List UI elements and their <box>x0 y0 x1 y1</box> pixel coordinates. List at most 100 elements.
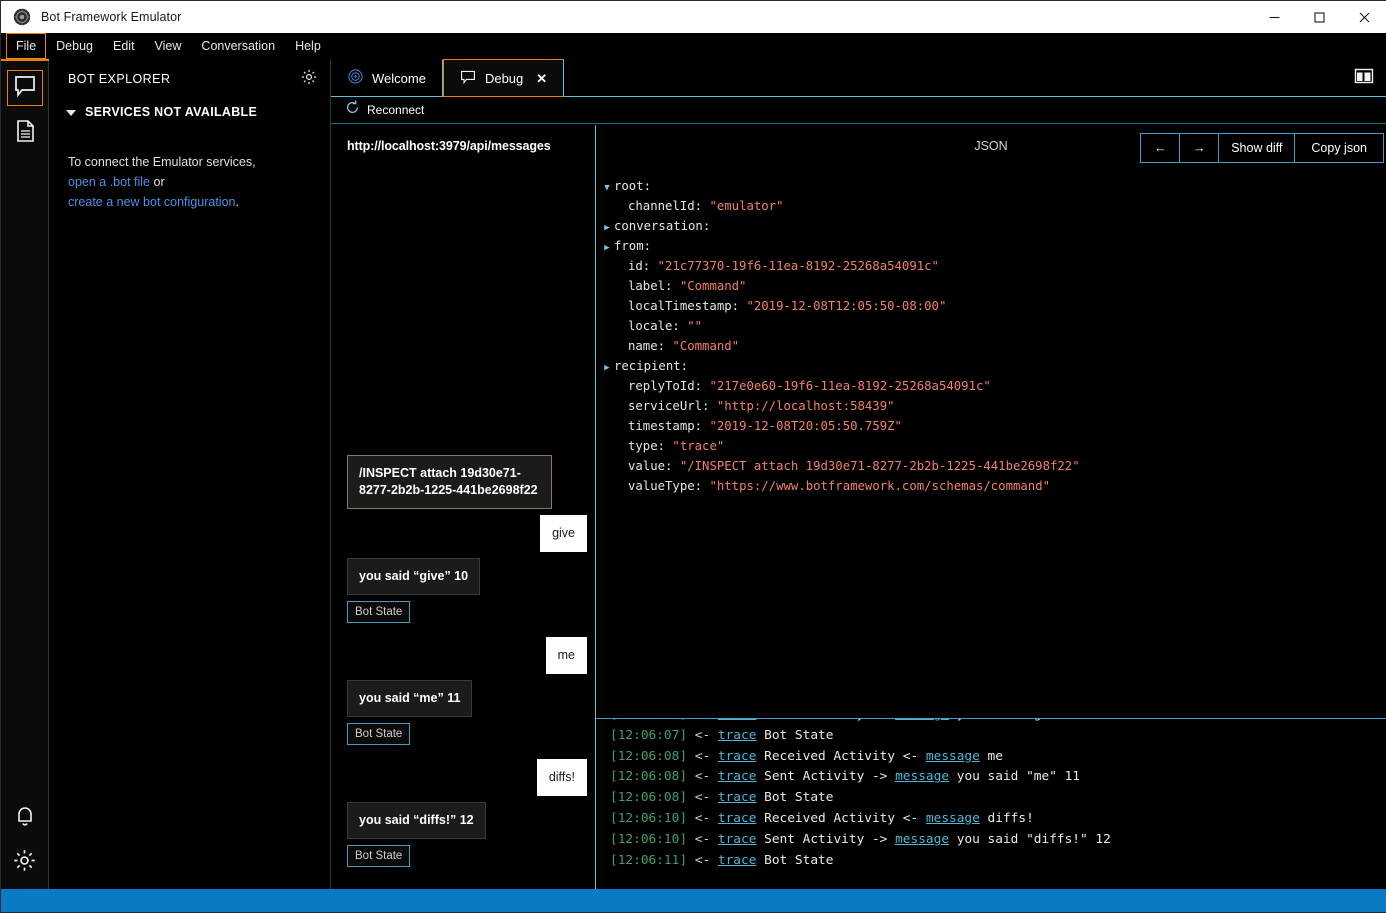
log-row: [12:06:08] <- trace Sent Activity -> mes… <box>610 767 1111 788</box>
log-trace-link[interactable]: trace <box>718 811 757 826</box>
log-payload: me <box>979 748 1003 764</box>
twisty-placeholder <box>614 439 628 457</box>
gear-icon[interactable] <box>300 68 318 91</box>
bot-state-badge[interactable]: Bot State <box>347 723 411 745</box>
maximize-button[interactable] <box>1297 1 1342 33</box>
chat-message-row: you said “give” 10 <box>347 558 587 595</box>
log-timestamp: [12:06:11] <box>610 852 688 868</box>
title-bar: Bot Framework Emulator <box>1 1 1386 33</box>
log-message-link[interactable]: message <box>895 832 949 847</box>
twisty-placeholder <box>614 279 628 297</box>
log-trace-link[interactable]: trace <box>718 769 757 784</box>
json-value: "" <box>679 319 703 333</box>
user-message-bubble[interactable]: me <box>545 637 587 674</box>
explorer-section-services[interactable]: SERVICES NOT AVAILABLE <box>50 99 330 125</box>
log-trace-link[interactable]: trace <box>718 728 757 743</box>
show-diff-button[interactable]: Show diff <box>1218 133 1296 163</box>
chat-message-row: Bot State <box>347 601 587 623</box>
json-tree-row: locale: "" <box>596 317 1386 337</box>
json-tree-row: localTimestamp: "2019-12-08T12:05:50-08:… <box>596 297 1386 317</box>
log-trace-link[interactable]: trace <box>718 749 757 764</box>
menu-conversation[interactable]: Conversation <box>191 33 285 59</box>
user-message-bubble[interactable]: give <box>540 515 587 552</box>
log-trace-link[interactable]: trace <box>718 790 757 805</box>
log-row: [12:06:08] <- trace Received Activity <-… <box>610 747 1111 768</box>
refresh-circle-icon[interactable] <box>345 100 360 120</box>
log-message-link[interactable]: message <box>926 749 980 764</box>
bot-state-badge[interactable]: Bot State <box>347 601 411 623</box>
log-panel[interactable]: [12:06:06] <- trace Sent Activity -> mes… <box>596 719 1386 891</box>
rail-item-settings[interactable] <box>7 845 43 881</box>
rail-item-resources[interactable] <box>7 115 43 151</box>
bot-message-bubble[interactable]: /INSPECT attach 19d30e71-8277-2b2b-1225-… <box>347 455 552 509</box>
log-message-link[interactable]: message <box>895 769 949 784</box>
next-diff-button[interactable]: → <box>1179 133 1220 163</box>
bot-explorer-title: BOT EXPLORER <box>68 72 171 86</box>
json-value: "217e0e60-19f6-11ea-8192-25268a54091c" <box>702 379 991 393</box>
json-value: "https://www.botframework.com/schemas/co… <box>702 479 1051 493</box>
chat-bubble-icon <box>13 74 37 103</box>
json-key: id: <box>628 259 651 273</box>
window-title: Bot Framework Emulator <box>41 10 182 24</box>
twisty-collapsed-icon[interactable]: ▶ <box>600 359 614 377</box>
json-tree-row[interactable]: ▶ recipient: <box>596 357 1386 377</box>
log-payload: you said “give” 10 <box>949 719 1096 722</box>
json-value: "emulator" <box>702 199 784 213</box>
menu-debug[interactable]: Debug <box>46 33 103 59</box>
open-bot-file-link[interactable]: open a .bot file <box>68 175 150 189</box>
json-tree-row[interactable]: ▶ from: <box>596 237 1386 257</box>
reconnect-label[interactable]: Reconnect <box>367 103 424 117</box>
menu-file[interactable]: File <box>6 33 47 59</box>
welcome-target-icon <box>348 69 363 87</box>
json-key: recipient: <box>614 359 689 373</box>
bot-message-bubble[interactable]: you said “me” 11 <box>347 680 473 717</box>
json-tree-row[interactable]: ▶ conversation: <box>596 217 1386 237</box>
json-tree[interactable]: ▼ root: channelId: "emulator" ▶ conversatio… <box>596 171 1386 719</box>
explorer-help-line: To connect the Emulator services, <box>68 155 256 169</box>
json-tree-row: valueType: "https://www.botframework.com… <box>596 477 1386 497</box>
menu-edit[interactable]: Edit <box>103 33 145 59</box>
log-trace-link[interactable]: trace <box>718 832 757 847</box>
log-timestamp: [12:06:06] <box>610 719 687 722</box>
json-tree-row[interactable]: ▼ root: <box>596 177 1386 197</box>
minimize-button[interactable] <box>1252 1 1297 33</box>
log-trace-link[interactable]: trace <box>718 719 757 722</box>
tab-welcome[interactable]: Welcome <box>331 59 443 97</box>
json-key: type: <box>628 439 666 453</box>
tab-debug[interactable]: Debug ✕ <box>442 59 565 97</box>
chat-message-row: Bot State <box>347 845 587 867</box>
log-message-link[interactable]: message <box>895 719 949 722</box>
chat-bubble-icon <box>460 69 476 88</box>
bot-message-bubble[interactable]: you said “give” 10 <box>347 558 481 595</box>
create-bot-config-link[interactable]: create a new bot configuration <box>68 195 235 209</box>
bot-message-bubble[interactable]: you said “diffs!” 12 <box>347 802 486 839</box>
close-icon[interactable]: ✕ <box>536 72 547 85</box>
menu-view[interactable]: View <box>145 33 192 59</box>
tab-debug-label: Debug <box>484 70 524 86</box>
twisty-collapsed-icon[interactable]: ▶ <box>600 239 614 257</box>
chat-transcript[interactable]: /INSPECT attach 19d30e71-8277-2b2b-1225-… <box>331 153 595 891</box>
twisty-expanded-icon[interactable]: ▼ <box>600 179 614 197</box>
menu-help[interactable]: Help <box>285 33 331 59</box>
split-layout-button[interactable] <box>1342 59 1386 97</box>
copy-json-button[interactable]: Copy json <box>1294 133 1384 163</box>
log-message-link[interactable]: message <box>926 811 980 826</box>
log-rows: [12:06:06] <- trace Sent Activity -> mes… <box>596 719 1111 871</box>
twisty-collapsed-icon[interactable]: ▶ <box>600 219 614 237</box>
twisty-placeholder <box>614 319 628 337</box>
log-trace-link[interactable]: trace <box>718 853 757 868</box>
rail-item-conversations[interactable] <box>6 70 43 106</box>
close-button[interactable] <box>1342 1 1386 33</box>
json-key: name: <box>628 339 666 353</box>
log-payload: you said "me" 11 <box>949 769 1081 785</box>
endpoint-url: http://localhost:3979/api/messages <box>347 139 551 153</box>
explorer-period: . <box>235 195 239 209</box>
user-message-bubble[interactable]: diffs! <box>536 759 587 796</box>
prev-diff-button[interactable]: ← <box>1140 133 1181 163</box>
chat-message-row: diffs! <box>347 759 587 796</box>
rail-item-notifications[interactable] <box>7 800 43 836</box>
twisty-placeholder <box>614 259 628 277</box>
twisty-placeholder <box>614 379 628 397</box>
bot-state-badge[interactable]: Bot State <box>347 845 411 867</box>
json-key: serviceUrl: <box>628 399 710 413</box>
